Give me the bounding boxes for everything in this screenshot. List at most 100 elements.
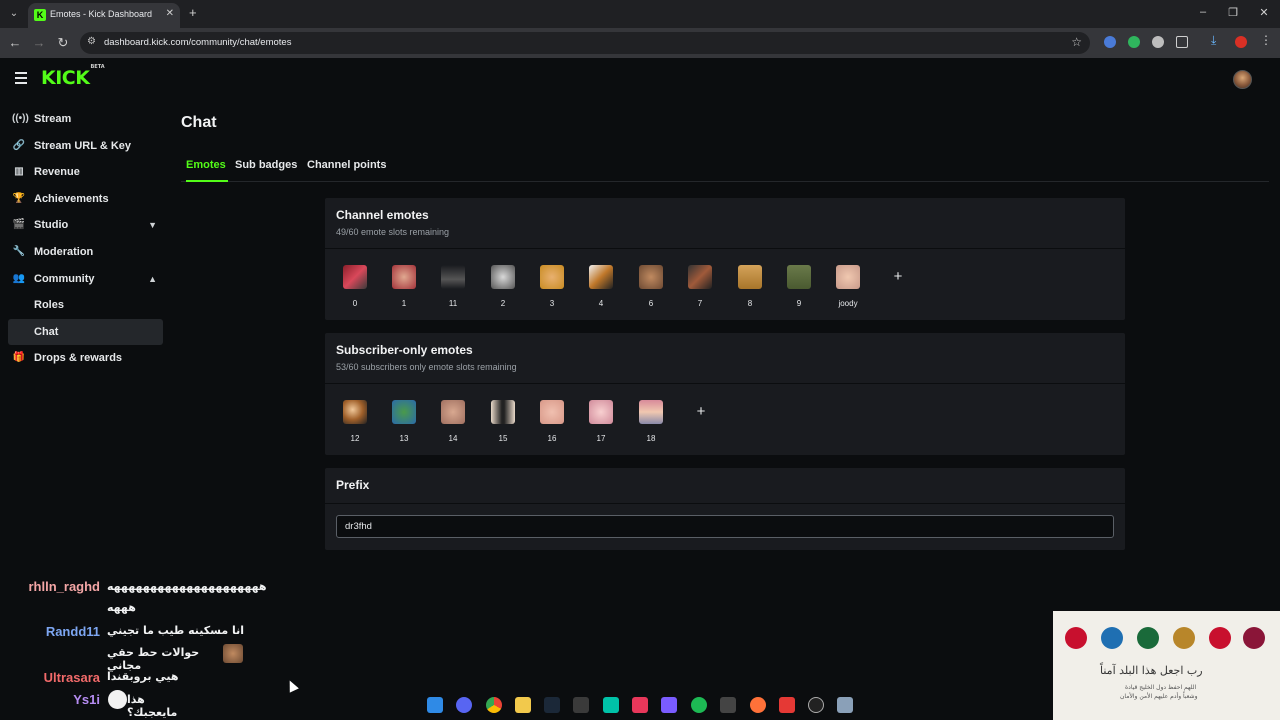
prefix-title: Prefix bbox=[336, 478, 370, 492]
emote-image bbox=[540, 265, 564, 289]
gift-icon: 🎁 bbox=[12, 352, 26, 364]
emote-image bbox=[589, 265, 613, 289]
download-icon[interactable]: ⤓ bbox=[1211, 33, 1223, 47]
emote-image bbox=[787, 265, 811, 289]
spotify-icon[interactable] bbox=[691, 697, 707, 713]
emote-item[interactable]: 1 bbox=[387, 265, 421, 308]
emote-image bbox=[540, 400, 564, 424]
steam-icon[interactable] bbox=[544, 697, 560, 713]
close-window-icon[interactable]: ✕ bbox=[1254, 6, 1274, 19]
overlay-text: رب اجعل هذا البلد آمناً bbox=[1100, 664, 1203, 677]
emblem-icon bbox=[1101, 627, 1123, 649]
emote-item[interactable]: 13 bbox=[387, 400, 421, 443]
app-icon[interactable] bbox=[661, 697, 677, 713]
extension-icon[interactable] bbox=[1104, 36, 1116, 48]
tab-sub-badges[interactable]: Sub badges bbox=[235, 159, 297, 171]
sidebar-item-roles[interactable]: Roles bbox=[8, 292, 163, 319]
chat-tabs: Emotes Sub badges Channel points bbox=[181, 152, 1269, 182]
sidebar-item-chat[interactable]: Chat bbox=[8, 318, 163, 346]
emote-item[interactable]: 7 bbox=[683, 265, 717, 308]
kick-logo[interactable]: KICKBETA bbox=[41, 64, 105, 89]
chat-message: هههههههههههههههههههههه bbox=[107, 580, 267, 593]
sidebar-item-moderation[interactable]: 🔧 Moderation bbox=[8, 239, 163, 266]
emote-image bbox=[343, 265, 367, 289]
menu-icon[interactable] bbox=[15, 72, 27, 87]
broadcast-icon: ((•)) bbox=[12, 113, 29, 124]
active-tab-indicator bbox=[186, 180, 228, 182]
page-title: Chat bbox=[181, 114, 217, 131]
emote-item[interactable]: 16 bbox=[535, 400, 569, 443]
emblem-icon bbox=[1065, 627, 1087, 649]
app-icon[interactable] bbox=[720, 697, 736, 713]
emote-item[interactable]: 14 bbox=[436, 400, 470, 443]
emote-item[interactable]: 15 bbox=[486, 400, 520, 443]
tab-close-icon[interactable]: ✕ bbox=[166, 8, 174, 19]
firefox-icon[interactable] bbox=[750, 697, 766, 713]
sidebar-item-revenue[interactable]: ▥ Revenue bbox=[8, 159, 163, 186]
subscriber-emotes-header: Subscriber-only emotes 53/60 subscribers… bbox=[325, 333, 1125, 384]
sidebar-item-drops-rewards[interactable]: 🎁 Drops & rewards bbox=[8, 345, 163, 372]
emote-image bbox=[589, 400, 613, 424]
channel-emotes-card: Channel emotes 49/60 emote slots remaini… bbox=[325, 198, 1125, 320]
emote-item[interactable]: 18 bbox=[634, 400, 668, 443]
sidebar-item-studio[interactable]: 🎬 Studio ▼ bbox=[8, 212, 163, 239]
app-icon[interactable] bbox=[779, 697, 795, 713]
user-avatar[interactable] bbox=[1233, 70, 1252, 89]
sidebar: ((•)) Stream 🔗 Stream URL & Key ▥ Revenu… bbox=[8, 106, 163, 372]
emote-item[interactable]: 6 bbox=[634, 265, 668, 308]
extensions-puzzle-icon[interactable] bbox=[1176, 36, 1188, 48]
app-icon[interactable] bbox=[632, 697, 648, 713]
tab-search-icon[interactable]: ⌄ bbox=[6, 6, 22, 22]
obs-icon[interactable] bbox=[808, 697, 824, 713]
site-info-icon[interactable]: ⚙ bbox=[87, 36, 96, 47]
add-channel-emote-button[interactable]: + bbox=[886, 265, 910, 289]
tab-channel-points[interactable]: Channel points bbox=[307, 159, 386, 171]
emote-image bbox=[441, 265, 465, 289]
browser-menu-icon[interactable]: ⋮ bbox=[1260, 33, 1272, 47]
forward-icon[interactable]: → bbox=[31, 35, 47, 50]
emote-item[interactable]: joody bbox=[831, 265, 865, 308]
shield-extension-icon[interactable] bbox=[1128, 36, 1140, 48]
url-text[interactable]: dashboard.kick.com/community/chat/emotes bbox=[104, 37, 291, 48]
trophy-icon: 🏆 bbox=[12, 192, 26, 204]
xbox-icon[interactable] bbox=[573, 697, 589, 713]
chevron-down-icon[interactable]: ▼ bbox=[148, 212, 157, 238]
emote-item[interactable]: 9 bbox=[782, 265, 816, 308]
taskbar bbox=[420, 690, 900, 720]
profile-icon[interactable] bbox=[1235, 36, 1247, 48]
address-bar[interactable]: ⚙ dashboard.kick.com/community/chat/emot… bbox=[80, 32, 1090, 54]
new-tab-icon[interactable]: + bbox=[189, 5, 197, 20]
add-subscriber-emote-button[interactable]: + bbox=[689, 400, 713, 424]
emote-item[interactable]: 8 bbox=[733, 265, 767, 308]
emblem-icon bbox=[1137, 627, 1159, 649]
app-icon[interactable] bbox=[603, 697, 619, 713]
settings-icon[interactable] bbox=[837, 697, 853, 713]
chat-message: هههه bbox=[107, 601, 136, 614]
emote-item[interactable]: 3 bbox=[535, 265, 569, 308]
chevron-up-icon[interactable]: ▲ bbox=[148, 266, 157, 292]
sidebar-item-achievements[interactable]: 🏆 Achievements bbox=[8, 186, 163, 213]
reload-icon[interactable]: ↻ bbox=[55, 35, 71, 51]
prefix-input[interactable] bbox=[336, 515, 1114, 538]
back-icon[interactable]: ← bbox=[7, 35, 23, 50]
restore-icon[interactable]: ❐ bbox=[1223, 6, 1243, 19]
discord-icon[interactable] bbox=[456, 697, 472, 713]
tab-emotes[interactable]: Emotes bbox=[186, 159, 226, 171]
emote-item[interactable]: 17 bbox=[584, 400, 618, 443]
windows-start-icon[interactable] bbox=[427, 697, 443, 713]
browser-tab-active[interactable]: K Emotes - Kick Dashboard ✕ bbox=[28, 3, 180, 28]
sidebar-item-stream[interactable]: ((•)) Stream bbox=[8, 106, 163, 133]
minimize-icon[interactable]: – bbox=[1193, 6, 1213, 18]
emote-item[interactable]: 12 bbox=[338, 400, 372, 443]
bookmark-star-icon[interactable]: ☆ bbox=[1071, 35, 1082, 49]
file-explorer-icon[interactable] bbox=[515, 697, 531, 713]
emote-item[interactable]: 2 bbox=[486, 265, 520, 308]
emote-item[interactable]: 11 bbox=[436, 265, 470, 308]
chat-username: Ultrasara bbox=[43, 670, 100, 685]
emote-item[interactable]: 0 bbox=[338, 265, 372, 308]
privacy-extension-icon[interactable] bbox=[1152, 36, 1164, 48]
sidebar-item-community[interactable]: 👥 Community ▲ bbox=[8, 266, 163, 293]
emote-item[interactable]: 4 bbox=[584, 265, 618, 308]
sidebar-item-stream-url-key[interactable]: 🔗 Stream URL & Key bbox=[8, 133, 163, 160]
chrome-icon[interactable] bbox=[486, 697, 502, 713]
